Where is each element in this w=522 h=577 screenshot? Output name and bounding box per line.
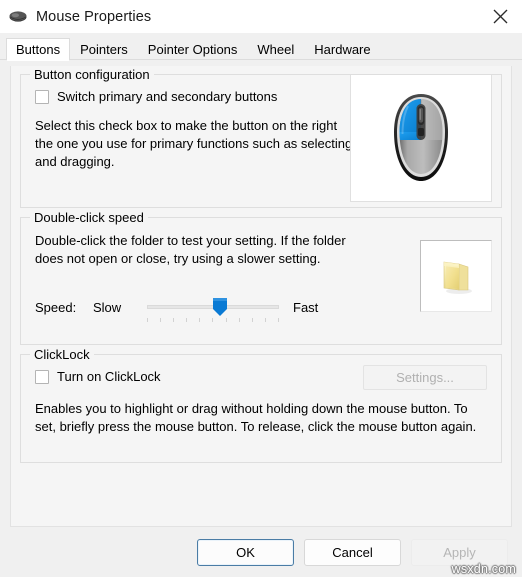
tab-pointers-label: Pointers xyxy=(80,42,128,57)
double-click-speed-description: Double-click the folder to test your set… xyxy=(35,233,346,266)
buttons-tab-content: Button configuration Switch primary and … xyxy=(10,66,512,527)
tab-buttons-label: Buttons xyxy=(16,42,61,57)
slider-thumb[interactable] xyxy=(212,297,228,317)
clicklock-label: Turn on ClickLock xyxy=(57,369,161,384)
tab-page: Button configuration Switch primary and … xyxy=(0,60,522,527)
double-click-speed-slider[interactable] xyxy=(147,296,279,322)
ok-button[interactable]: OK xyxy=(197,538,294,566)
tab-hardware-label: Hardware xyxy=(314,42,371,57)
double-click-speed-group: Double-click speed Double-click the fold… xyxy=(20,210,502,345)
button-configuration-description: Select this check box to make the button… xyxy=(35,118,353,169)
tab-wheel-label: Wheel xyxy=(257,42,295,57)
title-bar: Mouse Properties xyxy=(0,0,522,33)
speed-fast-label: Fast xyxy=(293,299,319,315)
clicklock-group: ClickLock Turn on ClickLock Settings... … xyxy=(20,347,502,463)
tab-strip: Buttons Pointers Pointer Options Wheel H… xyxy=(0,33,522,61)
mouse-icon xyxy=(8,7,28,27)
mouse-preview-panel xyxy=(350,75,492,202)
tab-wheel[interactable]: Wheel xyxy=(247,38,304,60)
tab-hardware[interactable]: Hardware xyxy=(304,38,380,60)
folder-test-area[interactable] xyxy=(420,240,492,312)
slider-ticks xyxy=(147,318,279,323)
button-configuration-group: Button configuration Switch primary and … xyxy=(20,67,502,208)
dialog-footer: OK Cancel Apply wsxdn.com xyxy=(0,527,522,577)
tab-pointer-options[interactable]: Pointer Options xyxy=(138,38,248,60)
cancel-button[interactable]: Cancel xyxy=(304,538,401,566)
tab-pointer-options-label: Pointer Options xyxy=(147,42,238,57)
tab-pointers[interactable]: Pointers xyxy=(70,38,138,60)
clicklock-settings-button[interactable]: Settings... xyxy=(363,365,487,390)
folder-icon xyxy=(443,261,472,294)
switch-buttons-checkbox[interactable] xyxy=(35,89,49,104)
clicklock-checkbox[interactable] xyxy=(35,369,49,384)
switch-buttons-label: Switch primary and secondary buttons xyxy=(57,89,278,104)
speed-slow-label: Slow xyxy=(93,299,122,315)
speed-caption: Speed: xyxy=(35,299,77,315)
mouse-preview-icon xyxy=(394,94,448,181)
clicklock-description: Enables you to highlight or drag without… xyxy=(35,401,477,434)
tab-buttons[interactable]: Buttons xyxy=(6,38,71,61)
close-icon[interactable] xyxy=(478,0,522,33)
page-title: Mouse Properties xyxy=(36,8,152,25)
apply-button[interactable]: Apply xyxy=(411,538,508,566)
